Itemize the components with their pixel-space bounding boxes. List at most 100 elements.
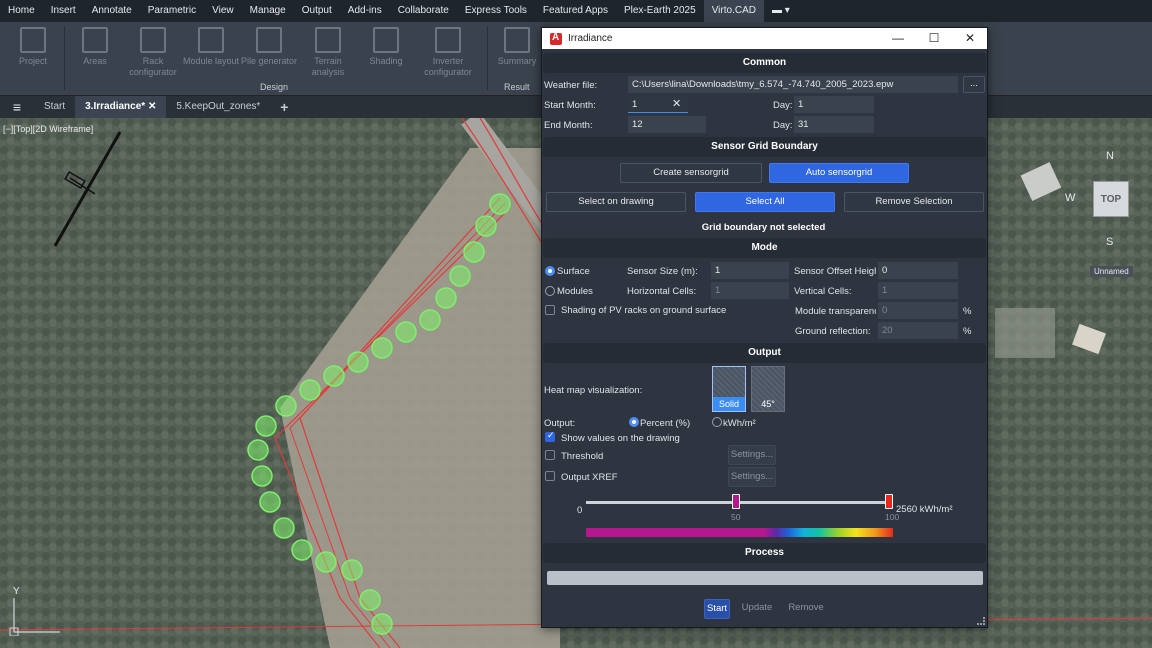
create-sensorgrid-button[interactable]: Create sensorgrid bbox=[620, 163, 762, 183]
sensor-offset-field[interactable]: 0 bbox=[878, 262, 958, 279]
section-common: Common bbox=[543, 53, 986, 73]
ribbon-group-design: Design bbox=[260, 82, 289, 92]
tab-start[interactable]: Start bbox=[34, 96, 75, 118]
ribbon-group-result: Result bbox=[504, 82, 530, 92]
show-values-checkbox[interactable] bbox=[545, 430, 555, 442]
compass-west: W bbox=[1065, 192, 1076, 204]
kwh-radio[interactable] bbox=[712, 417, 722, 427]
reflection-percent-label: % bbox=[963, 326, 972, 337]
shading-button[interactable]: Shading bbox=[355, 24, 417, 94]
inverter-configurator-button[interactable]: Inverter configurator bbox=[417, 24, 479, 94]
heatmap-45-option[interactable]: 45° bbox=[751, 366, 785, 412]
pile-icon bbox=[256, 27, 282, 53]
surface-radio[interactable] bbox=[545, 266, 555, 276]
menu-manage[interactable]: Manage bbox=[242, 0, 294, 22]
menu-virto-cad[interactable]: Virto.CAD bbox=[703, 0, 764, 22]
output-xref-checkbox[interactable] bbox=[545, 471, 555, 481]
scale-mid-handle[interactable] bbox=[732, 494, 740, 509]
start-day-field[interactable]: 1 bbox=[794, 96, 874, 113]
sensor-size-label: Sensor Size (m): bbox=[627, 266, 698, 277]
end-day-field[interactable]: 31 bbox=[794, 116, 874, 133]
app-logo-icon bbox=[550, 32, 562, 45]
select-on-drawing-button[interactable]: Select on drawing bbox=[546, 192, 686, 212]
menu-view[interactable]: View bbox=[204, 0, 242, 22]
ribbon-tab-bar: Home Insert Annotate Parametric View Man… bbox=[0, 0, 1152, 22]
menu-plex-earth[interactable]: Plex-Earth 2025 bbox=[616, 0, 704, 22]
rack-configurator-button[interactable]: Rack configurator bbox=[122, 24, 184, 94]
tab-irradiance[interactable]: 3.Irradiance* ✕ bbox=[75, 96, 167, 118]
compass-south: S bbox=[1106, 236, 1114, 248]
menu-annotate[interactable]: Annotate bbox=[84, 0, 140, 22]
scale-mid-label: 50 bbox=[731, 512, 741, 522]
end-day-label: Day: bbox=[773, 120, 793, 131]
clear-icon[interactable]: ✕ bbox=[672, 96, 681, 112]
remove-selection-button[interactable]: Remove Selection bbox=[844, 192, 984, 212]
menu-home[interactable]: Home bbox=[0, 0, 43, 22]
start-month-label: Start Month: bbox=[544, 100, 596, 111]
auto-sensorgrid-button[interactable]: Auto sensorgrid bbox=[769, 163, 909, 183]
heatmap-label: Heat map visualization: bbox=[544, 385, 643, 396]
select-all-button[interactable]: Select All bbox=[695, 192, 835, 212]
close-icon[interactable]: ✕ bbox=[952, 28, 988, 49]
browse-button[interactable]: ... bbox=[963, 76, 985, 93]
menu-insert[interactable]: Insert bbox=[43, 0, 84, 22]
minimize-icon[interactable]: — bbox=[880, 28, 916, 49]
resize-grip-icon[interactable] bbox=[977, 617, 985, 625]
shading-icon bbox=[373, 27, 399, 53]
add-tab-button[interactable]: + bbox=[270, 96, 298, 118]
scale-value-label: 2560 kWh/m² bbox=[896, 504, 953, 515]
close-icon[interactable]: ✕ bbox=[148, 101, 156, 112]
end-month-field[interactable]: 12 bbox=[628, 116, 706, 133]
update-button[interactable]: Update bbox=[739, 599, 775, 619]
menu-parametric[interactable]: Parametric bbox=[140, 0, 204, 22]
rack-icon bbox=[140, 27, 166, 53]
shading-racks-checkbox[interactable] bbox=[545, 305, 555, 315]
menu-add-ins[interactable]: Add-ins bbox=[340, 0, 390, 22]
start-month-field[interactable]: 1 ✕ bbox=[628, 96, 688, 113]
xref-settings-button[interactable]: Settings... bbox=[728, 467, 776, 487]
viewport-controls-label[interactable]: [−][Top][2D Wireframe] bbox=[3, 124, 93, 134]
vertical-cells-field[interactable]: 1 bbox=[878, 282, 958, 299]
threshold-settings-button[interactable]: Settings... bbox=[728, 445, 776, 465]
module-transparency-label: Module transparenc bbox=[795, 306, 876, 317]
shading-racks-label: Shading of PV racks on ground surface bbox=[561, 305, 727, 316]
viewcube[interactable]: TOP bbox=[1093, 181, 1129, 217]
menu-express-tools[interactable]: Express Tools bbox=[457, 0, 535, 22]
project-button[interactable]: Project bbox=[2, 24, 64, 94]
terrain-analysis-button[interactable]: Terrain analysis bbox=[297, 24, 359, 94]
modules-radio[interactable] bbox=[545, 286, 555, 296]
dialog-titlebar[interactable]: Irradiance — ☐ ✕ bbox=[542, 28, 987, 49]
section-process: Process bbox=[543, 543, 986, 563]
areas-icon bbox=[82, 27, 108, 53]
ucs-menu[interactable]: Unnamed bbox=[1090, 266, 1133, 277]
horizontal-cells-label: Horizontal Cells: bbox=[627, 286, 697, 297]
ground-reflection-field[interactable]: 20 bbox=[878, 322, 958, 339]
threshold-checkbox[interactable] bbox=[545, 450, 555, 460]
section-output: Output bbox=[543, 343, 986, 363]
threshold-label: Threshold bbox=[561, 451, 604, 462]
summary-icon bbox=[504, 27, 530, 53]
start-button[interactable]: Start bbox=[704, 599, 730, 619]
maximize-icon[interactable]: ☐ bbox=[916, 28, 952, 49]
horizontal-cells-field[interactable]: 1 bbox=[711, 282, 789, 299]
output-xref-label: Output XREF bbox=[561, 472, 618, 483]
show-values-label: Show values on the drawing bbox=[561, 433, 680, 444]
module-layout-button[interactable]: Module layout bbox=[180, 24, 242, 94]
sensor-size-field[interactable]: 1 bbox=[711, 262, 789, 279]
tab-keepout-zones[interactable]: 5.KeepOut_zones* bbox=[166, 96, 270, 118]
heatmap-solid-option[interactable]: Solid bbox=[712, 366, 746, 412]
weather-file-field[interactable]: C:\Users\lina\Downloads\tmy_6.574_-74.74… bbox=[628, 76, 958, 93]
output-label: Output: bbox=[544, 418, 576, 429]
percent-radio[interactable] bbox=[629, 417, 639, 427]
menu-output[interactable]: Output bbox=[294, 0, 340, 22]
menu-collaborate[interactable]: Collaborate bbox=[390, 0, 457, 22]
scale-max-handle[interactable] bbox=[885, 494, 893, 509]
areas-button[interactable]: Areas bbox=[64, 24, 126, 94]
kwh-label: kWh/m² bbox=[723, 418, 756, 429]
menu-featured-apps[interactable]: Featured Apps bbox=[535, 0, 616, 22]
hamburger-menu-icon[interactable]: ≡ bbox=[0, 96, 34, 118]
ribbon-options-icon[interactable]: ▬ ▾ bbox=[764, 0, 798, 22]
module-transparency-field[interactable]: 0 bbox=[878, 302, 958, 319]
remove-button[interactable]: Remove bbox=[786, 599, 826, 619]
dialog-title: Irradiance bbox=[568, 33, 613, 44]
